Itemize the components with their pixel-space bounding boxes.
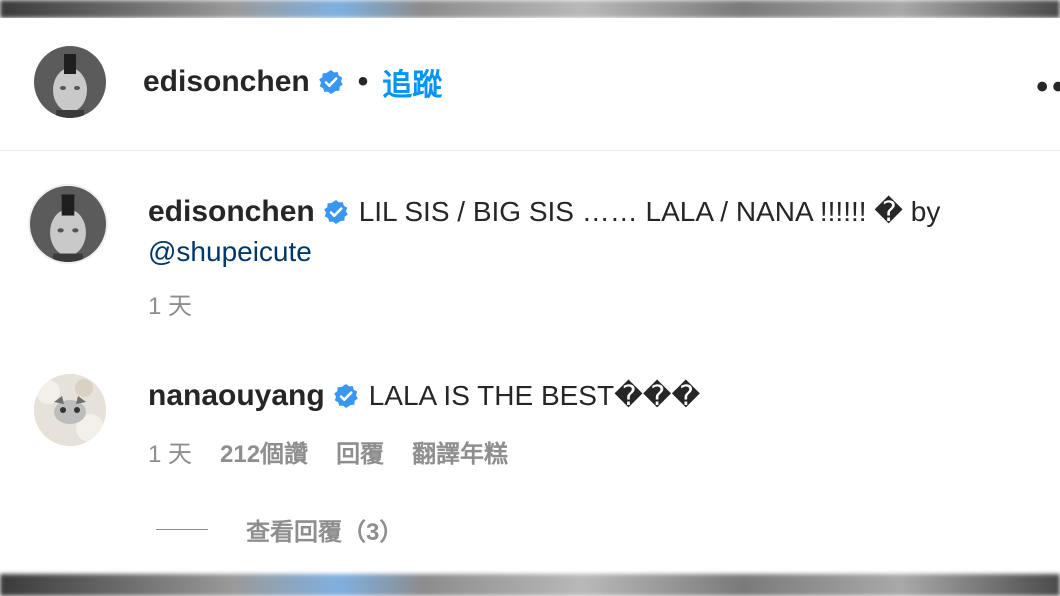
reply-button[interactable]: 回覆 [336, 434, 384, 469]
follow-button[interactable]: 追蹤 [382, 60, 442, 104]
blurred-background-top [0, 0, 1060, 18]
divider-line [156, 529, 208, 530]
more-options-icon[interactable]: •• [1036, 68, 1060, 107]
post-panel: edisonchen • 追蹤 •• edisonchen L [0, 18, 1060, 574]
blurred-background-bottom [0, 574, 1060, 596]
translate-button[interactable]: 翻譯年糕 [412, 434, 508, 469]
caption-text: LIL SIS / BIG SIS …… LALA / NANA !!!!!! … [358, 196, 941, 227]
comment-text: LALA IS THE BEST��� [368, 380, 701, 411]
post-header: edisonchen • 追蹤 •• [0, 18, 1060, 151]
caption-meta: 1 天 [148, 286, 220, 321]
view-replies-label: 查看回覆（3） [246, 519, 404, 546]
comment-line: nanaouyang LALA IS THE BEST��� [148, 376, 700, 416]
avatar[interactable] [34, 374, 106, 446]
username-link[interactable]: edisonchen [148, 192, 315, 232]
view-replies-button[interactable]: 查看回覆（3） [156, 512, 403, 547]
verified-badge-icon [323, 199, 349, 225]
header-row: edisonchen • 追蹤 [143, 62, 442, 102]
verified-badge-icon [318, 69, 344, 95]
username-link[interactable]: edisonchen [143, 65, 310, 99]
caption-line: @shupeicute [148, 232, 312, 272]
caption-line: edisonchen LIL SIS / BIG SIS …… LALA / N… [148, 192, 940, 232]
avatar[interactable] [34, 46, 106, 118]
mention-link[interactable]: @shupeicute [148, 232, 312, 272]
username-link[interactable]: nanaouyang [148, 376, 325, 416]
likes-count-button[interactable]: 212個讚 [220, 434, 308, 469]
comment-meta: 1 天 212個讚 回覆 翻譯年糕 [148, 434, 536, 469]
verified-badge-icon [333, 383, 359, 409]
timestamp[interactable]: 1 天 [148, 434, 192, 469]
separator-dot: • [357, 65, 369, 98]
avatar[interactable] [28, 184, 108, 264]
timestamp[interactable]: 1 天 [148, 286, 192, 321]
